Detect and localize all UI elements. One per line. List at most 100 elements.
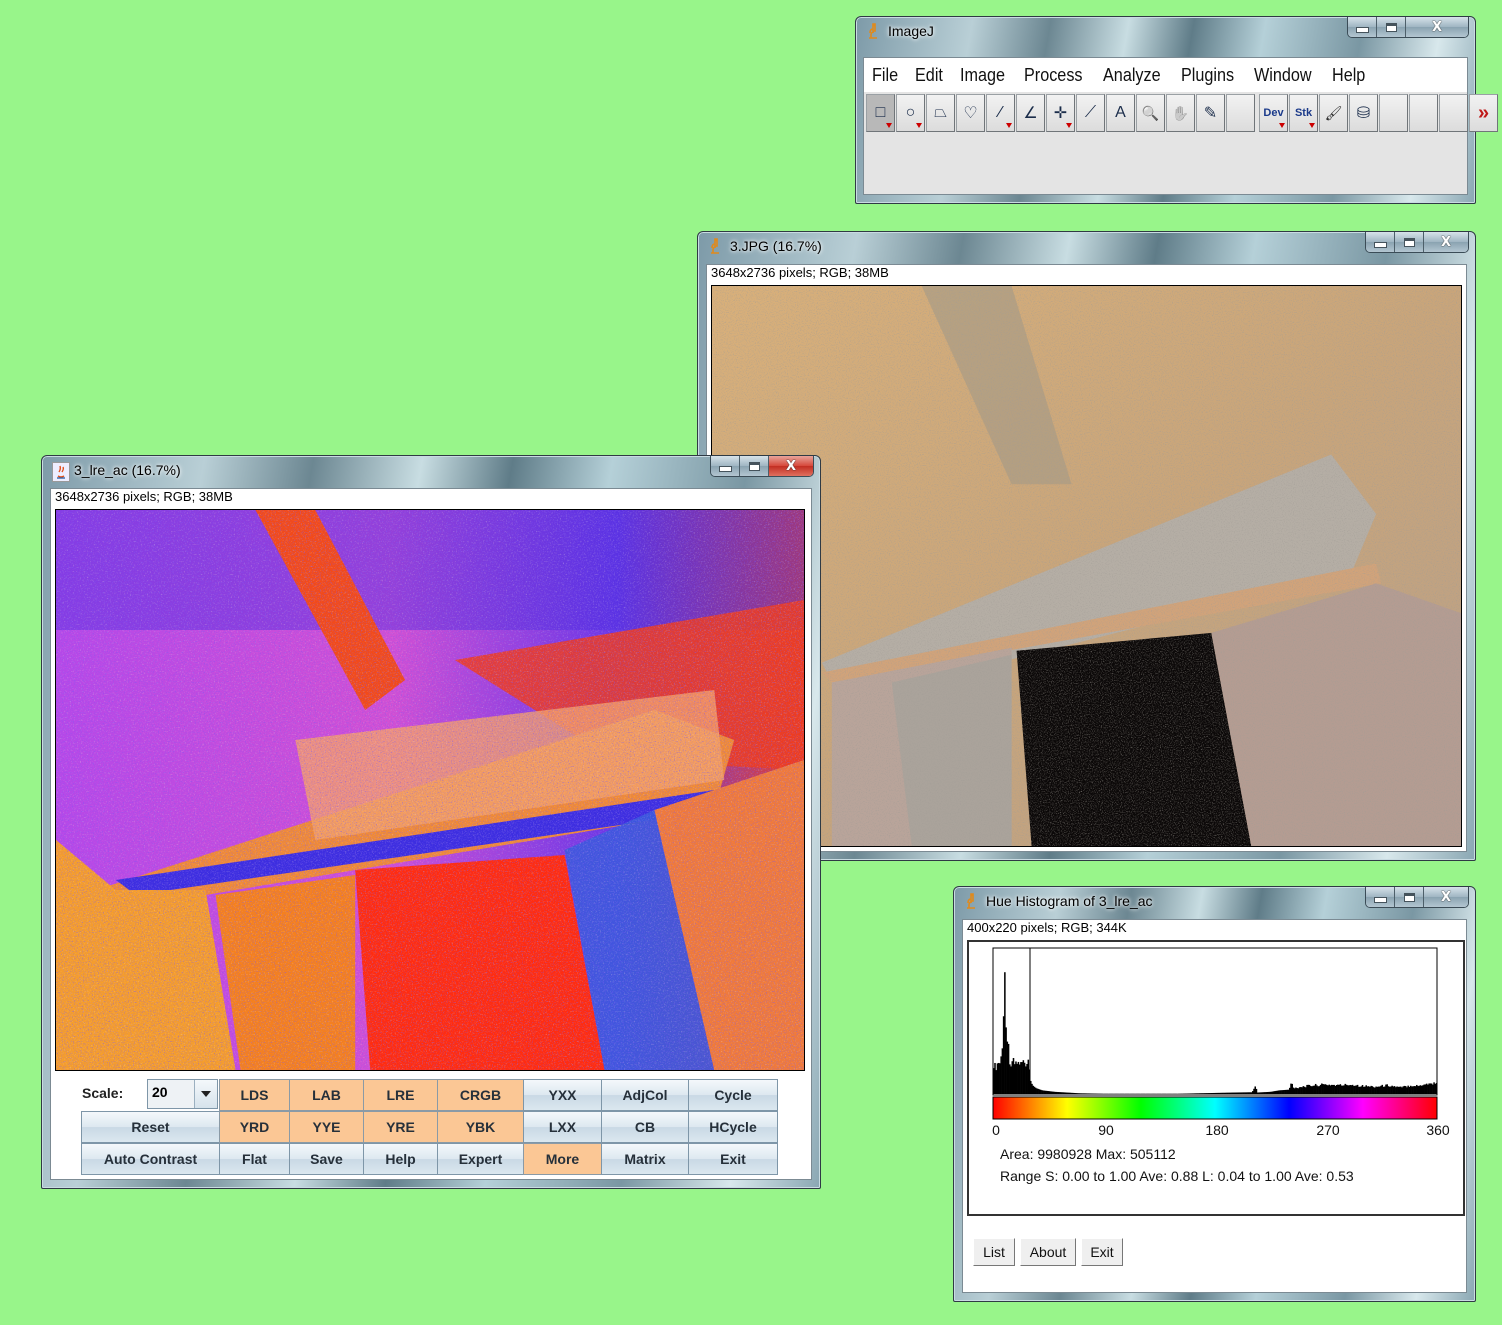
help-button[interactable]: Help: [363, 1143, 438, 1175]
yre-button[interactable]: YRE: [363, 1111, 438, 1143]
developer-icon: Dev: [1263, 107, 1284, 119]
exit-button[interactable]: Exit: [688, 1143, 778, 1175]
stack-tools-menu-button[interactable]: Stk: [1289, 94, 1318, 132]
scale-combo[interactable]: 20: [147, 1079, 218, 1109]
close-button[interactable]: X: [1423, 232, 1468, 252]
processed-image-canvas[interactable]: [55, 509, 805, 1071]
yye-button[interactable]: YYE: [289, 1111, 364, 1143]
maximize-button[interactable]: [1376, 17, 1405, 37]
reset-button[interactable]: Reset: [81, 1111, 220, 1143]
minimize-icon: [1373, 897, 1387, 903]
processed-titlebar[interactable]: 3_lre_ac (16.7%) X: [42, 456, 820, 486]
oval-tool-button[interactable]: ○: [896, 94, 925, 132]
hand-tool-button[interactable]: ✋: [1166, 94, 1195, 132]
angle-tool-button[interactable]: ∠: [1016, 94, 1045, 132]
exit-button[interactable]: Exit: [1081, 1238, 1123, 1266]
microscope-icon: [711, 238, 719, 254]
close-icon: X: [785, 458, 797, 474]
flat-button[interactable]: Flat: [219, 1143, 290, 1175]
histogram-titlebar[interactable]: Hue Histogram of 3_lre_ac X: [954, 887, 1475, 917]
empty-slot-button[interactable]: [1439, 94, 1468, 132]
line-icon: ⁄: [999, 104, 1002, 121]
original-titlebar[interactable]: 3.JPG (16.7%) X: [698, 232, 1475, 262]
minimize-button[interactable]: [1348, 17, 1376, 37]
dropdown-indicator-icon: [1309, 123, 1315, 128]
imagej-titlebar[interactable]: ImageJ X: [856, 17, 1475, 47]
adjcol-button[interactable]: AdjCol: [601, 1079, 689, 1111]
window-title: ImageJ: [888, 23, 934, 39]
maximize-button[interactable]: [1394, 887, 1423, 907]
hcycle-button[interactable]: HCycle: [688, 1111, 778, 1143]
rectangle-tool-button[interactable]: □: [866, 94, 895, 132]
expert-button[interactable]: Expert: [437, 1143, 524, 1175]
lxx-button[interactable]: LXX: [523, 1111, 602, 1143]
polygon-tool-button[interactable]: ⏢: [926, 94, 955, 132]
about-button[interactable]: About: [1020, 1238, 1076, 1266]
menu-plugins[interactable]: Plugins: [1181, 65, 1234, 86]
ybk-button[interactable]: YBK: [437, 1111, 524, 1143]
x-tick-label: 0: [992, 1122, 1000, 1138]
angle-icon: ∠: [1023, 105, 1038, 122]
brush-tool-button[interactable]: 🖌: [1319, 94, 1348, 132]
yxx-button[interactable]: YXX: [523, 1079, 602, 1111]
cycle-button[interactable]: Cycle: [688, 1079, 778, 1111]
menu-analyze[interactable]: Analyze: [1103, 65, 1161, 86]
microscope-icon: [967, 893, 975, 909]
histogram-client: 400x220 pixels; RGB; 344K 0 90 180 270 3…: [962, 919, 1467, 1293]
point-tool-button[interactable]: ✛: [1046, 94, 1075, 132]
empty-slot-button[interactable]: [1409, 94, 1438, 132]
rectangle-icon: □: [875, 104, 886, 121]
close-button[interactable]: X: [1423, 887, 1468, 907]
line-tool-button[interactable]: ⁄: [986, 94, 1015, 132]
menu-window[interactable]: Window: [1254, 65, 1312, 86]
developer-menu-button[interactable]: Dev: [1259, 94, 1288, 132]
freehand-tool-button[interactable]: ♡: [956, 94, 985, 132]
more-tools-icon: »: [1477, 101, 1490, 124]
menu-image[interactable]: Image: [960, 65, 1005, 86]
minimize-button[interactable]: [1366, 232, 1394, 252]
color-picker-tool-button[interactable]: ✎: [1196, 94, 1225, 132]
empty-slot-button[interactable]: [1226, 94, 1255, 132]
close-icon: X: [1440, 889, 1452, 905]
minimize-button[interactable]: [711, 456, 739, 476]
list-button[interactable]: List: [973, 1238, 1015, 1266]
window-title: Hue Histogram of 3_lre_ac: [986, 893, 1153, 909]
processed-image-window: 3_lre_ac (16.7%) X 3648x2736 pixels; RGB…: [41, 455, 821, 1189]
chevron-down-icon[interactable]: [194, 1080, 217, 1108]
yrd-button[interactable]: YRD: [219, 1111, 290, 1143]
close-button[interactable]: X: [1405, 17, 1468, 37]
magnifier-tool-button[interactable]: 🔍: [1136, 94, 1165, 132]
menu-process[interactable]: Process: [1024, 65, 1083, 86]
flood-fill-tool-button[interactable]: ⛁: [1349, 94, 1378, 132]
close-button[interactable]: X: [768, 456, 813, 476]
maximize-button[interactable]: [1394, 232, 1423, 252]
text-tool-button[interactable]: A: [1106, 94, 1135, 132]
crgb-button[interactable]: CRGB: [437, 1079, 524, 1111]
histogram-canvas[interactable]: 0 90 180 270 360 Area: 9980928 Max: 5051…: [967, 940, 1465, 1216]
lds-button[interactable]: LDS: [219, 1079, 290, 1111]
brush-icon: 🖌: [1324, 104, 1343, 121]
menu-file[interactable]: File: [872, 65, 898, 86]
menu-edit[interactable]: Edit: [915, 65, 943, 86]
cb-button[interactable]: CB: [601, 1111, 689, 1143]
image-info: 400x220 pixels; RGB; 344K: [967, 920, 1127, 935]
save-button[interactable]: Save: [289, 1143, 364, 1175]
lab-button[interactable]: LAB: [289, 1079, 364, 1111]
more-button[interactable]: More: [523, 1143, 602, 1175]
maximize-button[interactable]: [739, 456, 768, 476]
original-image-canvas[interactable]: [711, 285, 1462, 847]
java-icon: [52, 462, 70, 482]
auto-contrast-button[interactable]: Auto Contrast: [81, 1143, 220, 1175]
menu-help[interactable]: Help: [1332, 65, 1365, 86]
matrix-button[interactable]: Matrix: [601, 1143, 689, 1175]
x-tick-label: 90: [1098, 1122, 1114, 1138]
empty-slot-button[interactable]: [1379, 94, 1408, 132]
false-color-photo: [56, 510, 804, 1070]
color-picker-icon: ✎: [1203, 105, 1218, 122]
stack-tools-icon: Stk: [1294, 107, 1313, 119]
close-icon: X: [1440, 234, 1452, 250]
lre-button[interactable]: LRE: [363, 1079, 438, 1111]
more-tools-menu-button[interactable]: »: [1469, 94, 1498, 132]
minimize-button[interactable]: [1366, 887, 1394, 907]
wand-tool-button[interactable]: ⟋: [1076, 94, 1105, 132]
